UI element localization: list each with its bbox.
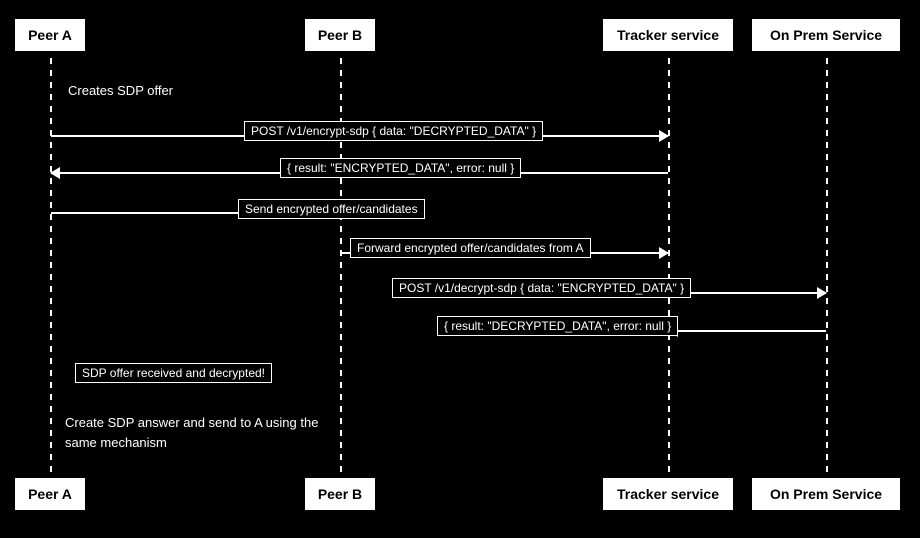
create-sdp-answer-note: Create SDP answer and send to A using th…	[65, 413, 345, 452]
label-send-encrypted: Send encrypted offer/candidates	[238, 199, 425, 219]
actor-tracker-bottom: Tracker service	[603, 478, 733, 510]
label-forward-encrypted: Forward encrypted offer/candidates from …	[350, 238, 591, 258]
arrow-post-decrypt	[669, 292, 826, 294]
label-post-decrypt: POST /v1/decrypt-sdp { data: "ENCRYPTED_…	[392, 278, 691, 298]
actor-tracker-top: Tracker service	[603, 19, 733, 51]
lifeline-onprem	[826, 58, 828, 478]
actor-peer-b-bottom: Peer B	[305, 478, 375, 510]
label-sdp-offer-received: SDP offer received and decrypted!	[75, 363, 272, 383]
label-post-encrypt: POST /v1/encrypt-sdp { data: "DECRYPTED_…	[244, 121, 543, 141]
label-result-encrypt: { result: "ENCRYPTED_DATA", error: null …	[280, 158, 521, 178]
arrow-result-decrypt	[669, 330, 826, 332]
actor-onprem-top: On Prem Service	[752, 19, 900, 51]
actor-peer-a-top: Peer A	[15, 19, 85, 51]
actor-peer-a-bottom: Peer A	[15, 478, 85, 510]
label-result-decrypt: { result: "DECRYPTED_DATA", error: null …	[437, 316, 678, 336]
actor-onprem-bottom: On Prem Service	[752, 478, 900, 510]
sequence-diagram: Peer A Peer B Tracker service On Prem Se…	[0, 0, 920, 538]
lifeline-tracker	[668, 58, 670, 478]
creates-sdp-note: Creates SDP offer	[68, 82, 173, 100]
lifeline-peer-a	[50, 58, 52, 478]
actor-peer-b-top: Peer B	[305, 19, 375, 51]
